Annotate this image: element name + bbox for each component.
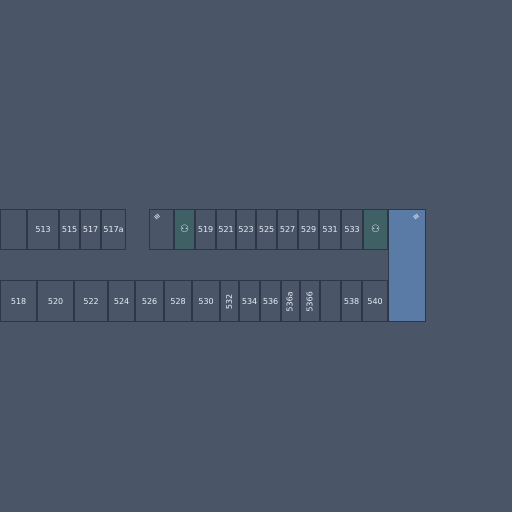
room[interactable]: 513 <box>27 209 59 250</box>
room[interactable]: 519 <box>195 209 216 250</box>
room-label: 532 <box>225 293 234 309</box>
room-label: 521 <box>218 225 234 234</box>
room-label: 525 <box>258 225 275 234</box>
room[interactable]: 521 <box>216 209 236 250</box>
room[interactable]: 522 <box>74 280 108 322</box>
room[interactable]: 525 <box>256 209 277 250</box>
room-label: 527 <box>279 225 296 234</box>
room[interactable]: 523 <box>236 209 256 250</box>
room-label: 528 <box>170 296 186 306</box>
room[interactable]: ≡ <box>149 209 174 250</box>
floor-plan: 513 515 517 517a ≡ ⚇ 519 521 523 525 527 529 531 533 ⚇… <box>0 0 512 512</box>
room[interactable]: 517a <box>101 209 126 250</box>
room[interactable]: 524 <box>108 280 135 322</box>
room-label: 524 <box>113 296 130 306</box>
room[interactable]: 536 <box>260 280 281 322</box>
room[interactable]: 531 <box>319 209 341 250</box>
room-label: 522 <box>83 296 99 306</box>
room-label: 513 <box>35 225 51 234</box>
room-label: 519 <box>197 225 214 234</box>
room[interactable]: 518 <box>0 280 37 322</box>
room-label: 536 <box>262 296 279 306</box>
room[interactable]: 529 <box>298 209 319 250</box>
room[interactable]: 536a <box>281 280 300 322</box>
room[interactable]: 5366 <box>300 280 320 322</box>
restroom-icon: ⚇ <box>371 223 380 235</box>
room[interactable] <box>320 280 341 322</box>
room[interactable] <box>0 209 27 250</box>
room-label: 531 <box>322 225 338 234</box>
room[interactable]: 526 <box>135 280 164 322</box>
room-label: 534 <box>241 296 258 306</box>
room[interactable]: 532 <box>220 280 239 322</box>
room[interactable]: 527 <box>277 209 298 250</box>
room-label: 526 <box>141 296 158 306</box>
room-label: 517a <box>103 225 124 234</box>
room-label: 540 <box>367 296 383 306</box>
room[interactable]: 534 <box>239 280 260 322</box>
room[interactable]: 528 <box>164 280 192 322</box>
room[interactable]: 533 <box>341 209 363 250</box>
room[interactable]: 515 <box>59 209 80 250</box>
room-label: 5366 <box>305 290 315 312</box>
restroom[interactable]: ⚇ <box>174 209 195 250</box>
restroom[interactable]: ⚇ <box>363 209 388 250</box>
room[interactable]: 538 <box>341 280 362 322</box>
stairs-icon: ≡ <box>410 210 422 223</box>
room-label: 523 <box>238 225 254 234</box>
room-label: 536a <box>286 290 296 312</box>
room-label: 518 <box>10 296 27 306</box>
room-label: 515 <box>61 225 78 234</box>
room-label: 533 <box>344 225 360 234</box>
room-label: 520 <box>47 296 64 306</box>
restroom-icon: ⚇ <box>180 223 189 235</box>
room[interactable]: 530 <box>192 280 220 322</box>
room[interactable]: 540 <box>362 280 388 322</box>
room[interactable]: 517 <box>80 209 101 250</box>
room-label: 530 <box>198 296 214 306</box>
room-label: 517 <box>82 225 99 234</box>
elevator-block[interactable]: ≡ <box>388 209 426 322</box>
stairs-icon: ≡ <box>151 210 163 223</box>
room-label: 538 <box>343 296 360 306</box>
room-label: 529 <box>300 225 317 234</box>
room[interactable]: 520 <box>37 280 74 322</box>
